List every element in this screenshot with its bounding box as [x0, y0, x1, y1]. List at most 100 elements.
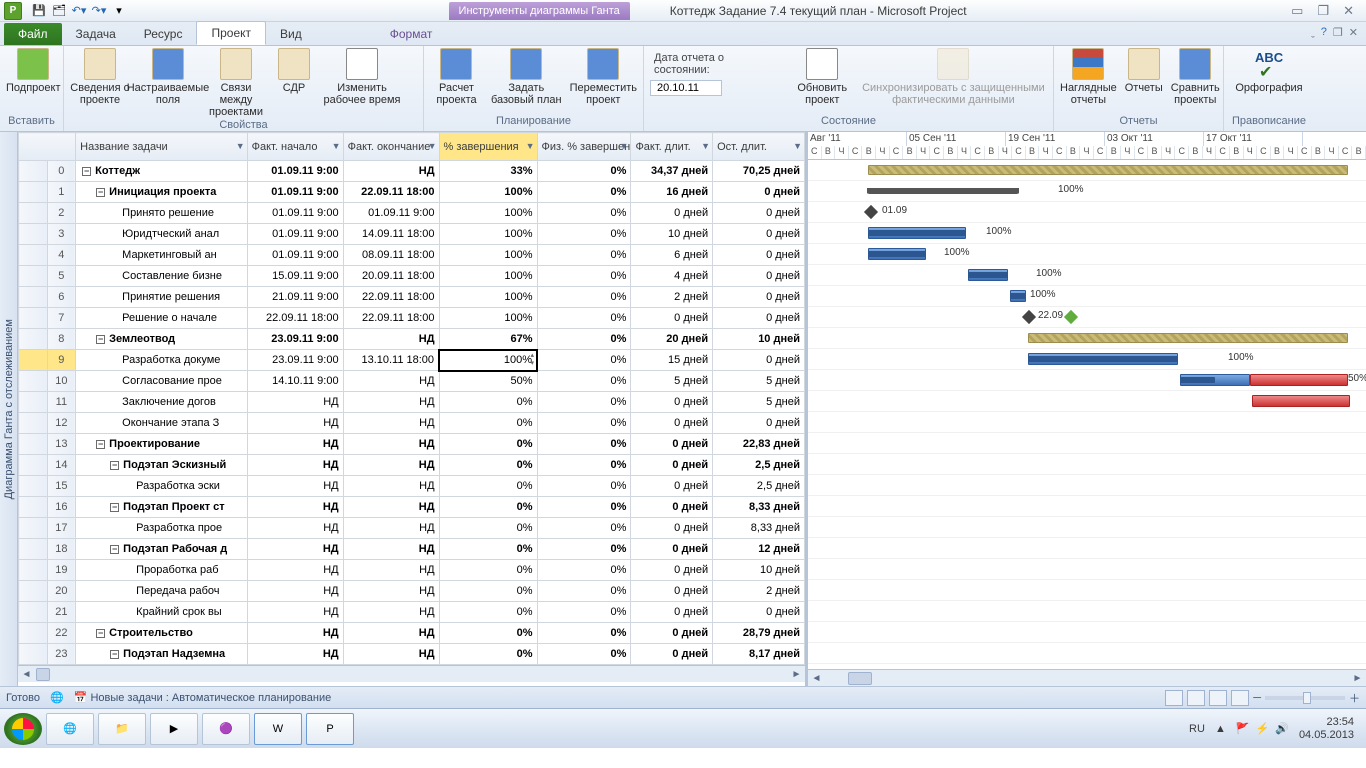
- table-row[interactable]: 12 Окончание этапа З НДНД0% 0%0 дней0 дн…: [19, 413, 805, 434]
- table-row[interactable]: 15 Разработка эски НДНД0% 0%0 дней2,5 дн…: [19, 476, 805, 497]
- update-project-button[interactable]: Обновить проект: [793, 48, 852, 106]
- gantt-bar[interactable]: [968, 272, 1008, 278]
- gantt-row[interactable]: [808, 538, 1366, 559]
- gantt-row[interactable]: 01.09: [808, 202, 1366, 223]
- table-row[interactable]: 16 −Подэтап Проект ст НДНД0% 0%0 дней8,3…: [19, 497, 805, 518]
- gantt-row[interactable]: 50%: [808, 370, 1366, 391]
- gantt-bar[interactable]: [1010, 293, 1026, 299]
- gantt-row[interactable]: 100%: [808, 244, 1366, 265]
- window-icon[interactable]: ❐: [1333, 26, 1343, 39]
- redo-icon[interactable]: ↷▾: [90, 2, 108, 20]
- tray-up-icon[interactable]: ▲: [1215, 723, 1226, 735]
- col-pct-complete[interactable]: % завершения▼: [439, 133, 537, 161]
- gantt-row[interactable]: [808, 391, 1366, 412]
- view-btn-3[interactable]: [1209, 690, 1227, 706]
- subproject-button[interactable]: Подпроект: [6, 48, 60, 94]
- zoom-out-icon[interactable]: ─: [1253, 692, 1261, 704]
- gantt-row[interactable]: 100%: [808, 265, 1366, 286]
- gantt-bar[interactable]: [868, 230, 966, 236]
- table-row[interactable]: 0 −Коттедж 01.09.11 9:00НД33% 0%34,37 дн…: [19, 161, 805, 182]
- gantt-bar[interactable]: [1250, 374, 1348, 386]
- gantt-row[interactable]: [808, 580, 1366, 601]
- table-row[interactable]: 18 −Подэтап Рабочая д НДНД0% 0%0 дней12 …: [19, 539, 805, 560]
- zoom-in-icon[interactable]: ＋: [1349, 690, 1360, 706]
- start-button[interactable]: [4, 713, 42, 745]
- restore-icon[interactable]: ❐: [1313, 3, 1333, 19]
- close-icon[interactable]: ✕: [1339, 3, 1358, 19]
- table-row[interactable]: 4 Маркетинговый ан 01.09.11 9:0008.09.11…: [19, 245, 805, 266]
- col-name[interactable]: Название задачи▼: [76, 133, 247, 161]
- gantt-row[interactable]: 100%: [808, 181, 1366, 202]
- view-btn-4[interactable]: [1231, 690, 1249, 706]
- minimize-icon[interactable]: ▭: [1287, 3, 1307, 19]
- close-inner-icon[interactable]: ✕: [1349, 26, 1358, 39]
- table-row[interactable]: 20 Передача рабоч НДНД0% 0%0 дней2 дней: [19, 581, 805, 602]
- tab-project[interactable]: Проект: [196, 21, 266, 45]
- table-row[interactable]: 2 Принято решение 01.09.11 9:0001.09.11 …: [19, 203, 805, 224]
- table-row[interactable]: 17 Разработка прое НДНД0% 0%0 дней8,33 д…: [19, 518, 805, 539]
- taskbar-explorer[interactable]: 📁: [98, 713, 146, 745]
- table-row[interactable]: 22 −Строительство НДНД0% 0%0 дней28,79 д…: [19, 623, 805, 644]
- wbs-button[interactable]: СДР: [274, 48, 314, 94]
- table-row[interactable]: 13 −Проектирование НДНД0% 0%0 дней22,83 …: [19, 434, 805, 455]
- status-date-value[interactable]: 20.10.11: [650, 80, 722, 96]
- table-row[interactable]: 14 −Подэтап Эскизный НДНД0% 0%0 дней2,5 …: [19, 455, 805, 476]
- gantt-chart[interactable]: Авг '1105 Сен '1119 Сен '1103 Окт '1117 …: [808, 132, 1366, 686]
- gantt-row[interactable]: [808, 643, 1366, 664]
- table-row[interactable]: 3 Юридтческий анал 01.09.11 9:0014.09.11…: [19, 224, 805, 245]
- spellcheck-button[interactable]: Орфография: [1230, 48, 1308, 94]
- gantt-row[interactable]: [808, 622, 1366, 643]
- gantt-bar[interactable]: [868, 251, 926, 257]
- qat-icon[interactable]: 🗂: [50, 2, 68, 20]
- taskbar-word[interactable]: W: [254, 713, 302, 745]
- gantt-bar[interactable]: [1028, 333, 1348, 343]
- reports-button[interactable]: Отчеты: [1125, 48, 1163, 94]
- help-icon[interactable]: ?: [1321, 26, 1327, 39]
- col-actual-finish[interactable]: Факт. окончание▼: [343, 133, 439, 161]
- gantt-row[interactable]: [808, 559, 1366, 580]
- milestone-icon[interactable]: [864, 205, 878, 219]
- calculate-button[interactable]: Расчет проекта: [430, 48, 483, 106]
- table-hscroll[interactable]: ◄►: [18, 665, 805, 682]
- lang-indicator[interactable]: RU: [1189, 723, 1205, 735]
- tab-resource[interactable]: Ресурс: [130, 23, 197, 45]
- visual-reports-button[interactable]: Наглядные отчеты: [1060, 48, 1117, 106]
- move-project-button[interactable]: Переместить проект: [570, 48, 637, 106]
- col-actual-start[interactable]: Факт. начало▼: [247, 133, 343, 161]
- col-remain-dur[interactable]: Ост. длит.▼: [713, 133, 805, 161]
- gantt-row[interactable]: 22.09: [808, 307, 1366, 328]
- table-row[interactable]: 8 −Землеотвод 23.09.11 9:00НД67% 0%20 дн…: [19, 329, 805, 350]
- clock[interactable]: 23:5404.05.2013: [1299, 716, 1362, 742]
- gantt-row[interactable]: [808, 454, 1366, 475]
- gantt-row[interactable]: [808, 601, 1366, 622]
- milestone-icon[interactable]: [1064, 310, 1078, 324]
- change-worktime-button[interactable]: Изменить рабочее время: [322, 48, 402, 106]
- gantt-row[interactable]: 100%: [808, 223, 1366, 244]
- table-row[interactable]: 1 −Инициация проекта 01.09.11 9:0022.09.…: [19, 182, 805, 203]
- taskbar-wmp[interactable]: ▶: [150, 713, 198, 745]
- table-row[interactable]: 23 −Подэтап Надземна НДНД0% 0%0 дней8,17…: [19, 644, 805, 665]
- table-row[interactable]: 9 Разработка докуме 23.09.11 9:0013.10.1…: [19, 350, 805, 371]
- table-row[interactable]: 6 Принятие решения 21.09.11 9:0022.09.11…: [19, 287, 805, 308]
- undo-icon[interactable]: ↶▾: [70, 2, 88, 20]
- tray-icons[interactable]: 🚩⚡🔊: [1236, 722, 1289, 735]
- gantt-bar[interactable]: [1028, 356, 1178, 362]
- cell-edit[interactable]: 100%: [439, 350, 537, 371]
- gantt-row[interactable]: [808, 160, 1366, 181]
- taskbar-app1[interactable]: 🟣: [202, 713, 250, 745]
- col-phys-pct[interactable]: Физ. % завершения▼: [537, 133, 631, 161]
- table-row[interactable]: 19 Проработка раб НДНД0% 0%0 дней10 дней: [19, 560, 805, 581]
- save-icon[interactable]: 💾: [30, 2, 48, 20]
- table-row[interactable]: 10 Согласование прое 14.10.11 9:00НД50% …: [19, 371, 805, 392]
- view-btn-2[interactable]: [1187, 690, 1205, 706]
- tab-format[interactable]: Формат: [376, 23, 447, 45]
- baseline-button[interactable]: Задать базовый план: [491, 48, 562, 106]
- qat-more-icon[interactable]: ▾: [110, 2, 128, 20]
- project-info-button[interactable]: Сведения о проекте: [70, 48, 130, 106]
- project-links-button[interactable]: Связи между проектами: [206, 48, 266, 118]
- status-globe-icon[interactable]: 🌐: [50, 691, 64, 704]
- compare-button[interactable]: Сравнить проекты: [1171, 48, 1220, 106]
- gantt-bar[interactable]: [1252, 395, 1350, 407]
- gantt-row[interactable]: [808, 496, 1366, 517]
- gantt-hscroll[interactable]: ◄►: [808, 669, 1366, 686]
